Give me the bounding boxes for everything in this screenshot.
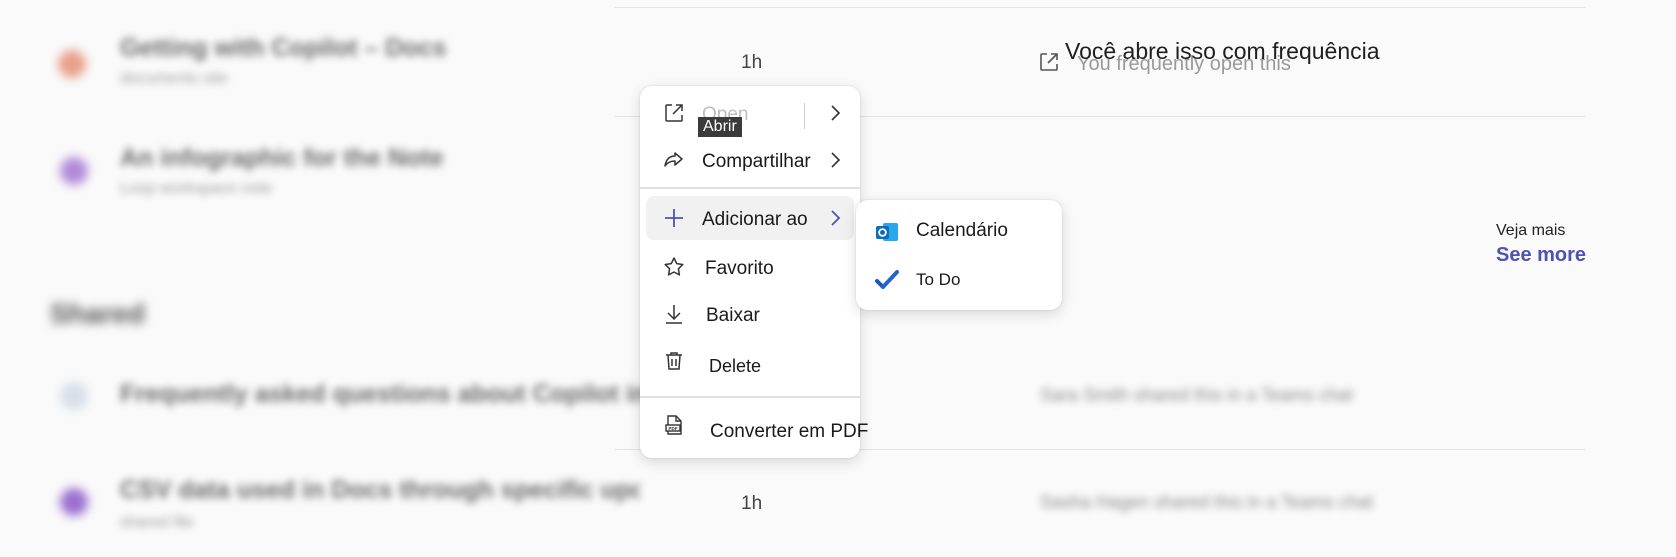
file-type-icon [60,382,88,410]
menu-item-delete[interactable]: Delete [646,339,854,383]
trash-icon [666,352,682,370]
row-divider [615,7,1585,8]
submenu-item-calendar[interactable]: Calendário [862,208,1056,254]
menu-label-download: Baixar [706,305,760,326]
svg-text:PDF: PDF [669,426,678,431]
file-time: 1h [741,493,763,514]
context-menu: Open Abrir Compartilhar Adicionar ao Fav… [640,86,868,458]
pdf-file-icon: PDF [665,415,682,435]
chevron-right-icon [831,152,841,168]
submenu-label-todo: To Do [916,270,961,289]
activity-text-translated: Você abre isso com frequência [1065,38,1380,64]
file-time: 1h [741,52,763,73]
file-type-icon [60,157,88,185]
split-divider [804,103,805,129]
menu-item-open[interactable]: Open Abrir [646,91,854,137]
file-title: Getting with Copilot – Docs [120,34,447,62]
menu-item-share[interactable]: Compartilhar [646,138,854,182]
share-icon [664,152,683,167]
file-activity: Sara Smith shared this in a Teams chat [1040,385,1353,405]
file-type-icon [60,488,88,516]
file-subtitle: Loop workspace note [120,180,273,197]
plus-icon [665,209,683,227]
menu-label-add-to: Adicionar ao [702,209,808,230]
file-title: CSV data used in Docs through specific u… [120,476,640,504]
outlook-icon [876,223,898,241]
see-more-translation: Veja mais [1496,222,1566,239]
chevron-right-icon[interactable] [828,104,842,122]
menu-separator [640,396,860,398]
file-activity: Sasha Hagen shared this in a Teams chat [1040,492,1373,512]
menu-label-share: Compartilhar [702,151,811,172]
chevron-right-icon [831,210,841,226]
submenu-item-todo[interactable]: To Do [862,256,1056,302]
file-subtitle: documents site [120,70,228,87]
open-external-icon [1040,53,1058,71]
menu-separator [640,187,860,189]
menu-item-favorite[interactable]: Favorito [646,245,854,289]
add-to-submenu: Calendário To Do [856,200,1062,310]
menu-item-add-to[interactable]: Adicionar ao [646,196,854,240]
file-title: Frequently asked questions about Copilot… [120,380,719,408]
menu-item-download[interactable]: Baixar [646,292,854,336]
menu-label-convert-pdf: Converter em PDF [710,421,869,442]
menu-label-favorite: Favorito [705,258,774,279]
submenu-label-calendar: Calendário [916,220,1008,241]
star-icon [664,257,684,276]
todo-check-icon [875,270,899,289]
section-heading: Shared [50,298,145,329]
file-subtitle: shared file [120,514,194,531]
download-icon [666,305,682,324]
file-title: An infographic for the Note [120,144,444,172]
file-type-icon [58,50,86,78]
tooltip-open: Abrir [698,117,742,137]
menu-item-convert-pdf[interactable]: PDF Converter em PDF [646,403,868,447]
menu-label-delete: Delete [709,356,762,376]
see-more-link[interactable]: See more [1496,244,1586,267]
open-external-icon [665,104,683,122]
